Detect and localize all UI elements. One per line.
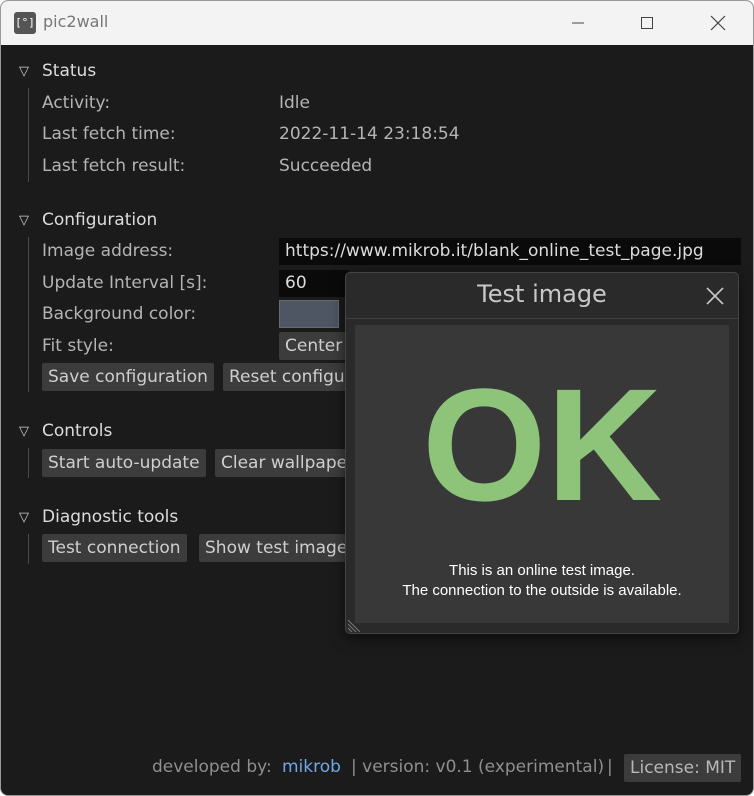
- status-indent-line: [28, 88, 29, 182]
- test-connection-button[interactable]: Test connection: [42, 534, 187, 562]
- activity-label: Activity:: [42, 93, 111, 113]
- update-interval-label: Update Interval [s]:: [42, 273, 208, 293]
- clear-wallpaper-button[interactable]: Clear wallpape: [215, 449, 349, 477]
- configuration-indent-line: [28, 237, 29, 392]
- configuration-header[interactable]: ▽ Configuration: [19, 209, 157, 231]
- maximize-icon: [641, 17, 653, 29]
- version-text: | version: v0.1 (experimental): [351, 757, 605, 777]
- diagnostic-indent-line: [28, 534, 29, 564]
- test-image-line-2: The connection to the outside is availab…: [402, 582, 682, 599]
- close-icon: [706, 287, 724, 305]
- update-interval-input[interactable]: 60: [279, 270, 349, 297]
- test-image-window-title: Test image: [477, 280, 607, 308]
- close-button[interactable]: [695, 1, 741, 45]
- app-icon: [°]: [14, 12, 36, 34]
- window-title: pic2wall: [43, 12, 109, 31]
- reset-configuration-button[interactable]: Reset configu: [223, 363, 349, 391]
- controls-header-label: Controls: [42, 421, 113, 441]
- fit-style-select[interactable]: Center: [279, 332, 349, 360]
- status-header[interactable]: ▽ Status: [19, 60, 96, 82]
- collapse-triangle-icon: ▽: [19, 509, 29, 525]
- test-image-close-button[interactable]: [706, 287, 724, 305]
- controls-indent-line: [28, 448, 29, 478]
- test-image-title-divider: [346, 318, 738, 319]
- collapse-triangle-icon: ▽: [19, 423, 29, 439]
- minimize-button[interactable]: [555, 1, 601, 45]
- last-fetch-result-label: Last fetch result:: [42, 156, 186, 176]
- collapse-triangle-icon: ▽: [19, 63, 29, 79]
- main-panel: ▽ Status Activity: Idle Last fetch time:…: [1, 46, 753, 795]
- close-icon: [710, 15, 726, 31]
- test-image-window[interactable]: Test image OK This is an online test ima…: [345, 272, 739, 634]
- title-bar: [°] pic2wall: [1, 1, 753, 45]
- maximize-button[interactable]: [624, 1, 670, 45]
- test-image-line-1: This is an online test image.: [449, 562, 635, 579]
- minimize-icon: [572, 22, 584, 24]
- status-header-label: Status: [42, 61, 97, 81]
- footer: developed by: mikrob | version: v0.1 (ex…: [1, 752, 753, 782]
- background-color-swatch[interactable]: [279, 300, 339, 328]
- collapse-triangle-icon: ▽: [19, 212, 29, 228]
- show-test-image-button[interactable]: Show test image: [199, 534, 349, 562]
- license-button[interactable]: License: MIT: [624, 754, 742, 782]
- ok-text: OK: [422, 355, 662, 534]
- diagnostic-tools-header[interactable]: ▽ Diagnostic tools: [19, 506, 178, 528]
- save-configuration-button[interactable]: Save configuration: [42, 363, 214, 391]
- activity-value: Idle: [279, 93, 310, 113]
- test-image: OK This is an online test image. The con…: [355, 325, 729, 623]
- last-fetch-result-value: Succeeded: [279, 156, 373, 176]
- image-address-input[interactable]: https://www.mikrob.it/blank_online_test_…: [279, 238, 741, 265]
- fit-style-label: Fit style:: [42, 336, 114, 356]
- author-link[interactable]: mikrob: [282, 757, 341, 777]
- last-fetch-time-label: Last fetch time:: [42, 124, 176, 144]
- developed-by-label: developed by:: [152, 757, 272, 777]
- app-window: [°] pic2wall ▽ Status Activity: Idle Las…: [0, 0, 754, 796]
- footer-separator: |: [607, 757, 613, 777]
- image-address-label: Image address:: [42, 241, 174, 261]
- configuration-header-label: Configuration: [42, 210, 158, 230]
- last-fetch-time-value: 2022-11-14 23:18:54: [279, 124, 460, 144]
- controls-header[interactable]: ▽ Controls: [19, 420, 112, 442]
- diagnostic-tools-header-label: Diagnostic tools: [42, 507, 179, 527]
- background-color-label: Background color:: [42, 304, 197, 324]
- resize-grip-icon[interactable]: [347, 617, 362, 633]
- start-auto-update-button[interactable]: Start auto-update: [42, 449, 206, 477]
